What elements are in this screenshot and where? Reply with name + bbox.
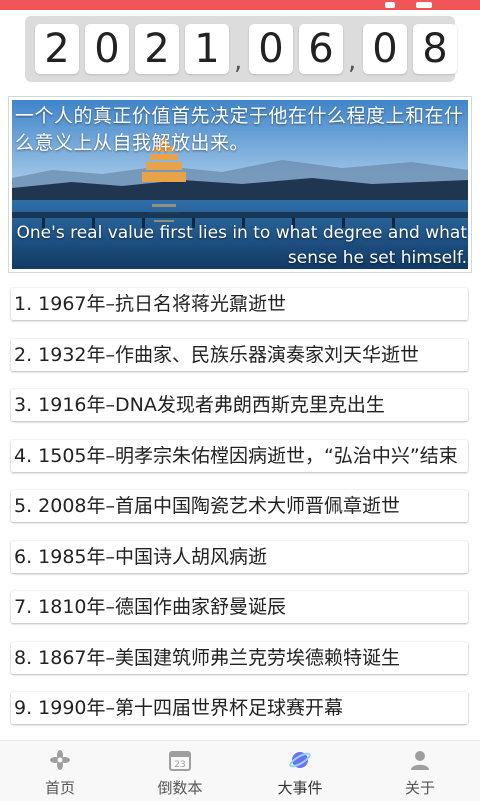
quote-chinese: 一个人的真正价值首先决定于他在什么程度上和在什么意义上从自我解放出来。 [15,105,464,154]
date-digit: 0 [249,24,293,74]
tab-2[interactable]: 大事件 [240,741,360,801]
date-display: 2021,06,08 [25,16,457,82]
battery-icon [416,2,432,8]
event-item[interactable]: 9. 1990年–第十四届世界杯足球赛开幕 [11,692,468,724]
date-digit: 2 [135,24,179,74]
date-separator: , [234,46,243,76]
signal-icon [385,2,395,8]
date-digit: 0 [85,24,129,74]
svg-text:23: 23 [174,760,185,770]
date-digit: 6 [299,24,343,74]
quote-english: One's real value first lies in to what d… [16,223,467,268]
quote-banner: 一个人的真正价值首先决定于他在什么程度上和在什么意义上从自我解放出来。 One'… [8,96,472,273]
tab-1[interactable]: 23 倒数本 [120,741,240,801]
tab-label: 大事件 [277,779,323,797]
calendar-23-icon: 23 [169,751,191,771]
flower-icon [50,750,70,770]
tab-0[interactable]: 首页 [0,741,120,801]
tab-label: 首页 [44,779,75,797]
tab-3[interactable]: 关于 [360,741,480,801]
event-item[interactable]: 4. 1505年–明孝宗朱佑樘因病逝世，“弘治中兴”结束 [11,439,468,472]
date-digit: 1 [185,24,229,74]
date-digit: 2 [35,24,79,74]
event-item[interactable]: 2. 1932年–作曲家、民族乐器演奏家刘天华逝世 [11,338,468,371]
event-item[interactable]: 3. 1916年–DNA发现者弗朗西斯克里克出生 [11,389,468,421]
event-item[interactable]: 6. 1985年–中国诗人胡风病逝 [11,540,468,573]
person-icon [411,751,429,770]
event-item[interactable]: 8. 1867年–美国建筑师弗兰克劳埃德赖特诞生 [11,641,468,674]
date-digit: 8 [413,24,457,74]
event-item[interactable]: 1. 1967年–抗日名将蒋光鼐逝世 [11,288,468,320]
status-bar [0,0,480,10]
tab-label: 倒数本 [157,779,203,797]
date-separator: , [348,46,357,76]
bottom-tab-bar: 首页 23 倒数本 大事件 关于 [0,740,480,801]
event-item[interactable]: 5. 2008年–首届中国陶瓷艺术大师晋佩章逝世 [11,490,468,522]
planet-icon [289,752,311,768]
date-digit: 0 [363,24,407,74]
tab-label: 关于 [404,779,435,797]
event-item[interactable]: 7. 1810年–德国作曲家舒曼诞辰 [11,591,468,623]
